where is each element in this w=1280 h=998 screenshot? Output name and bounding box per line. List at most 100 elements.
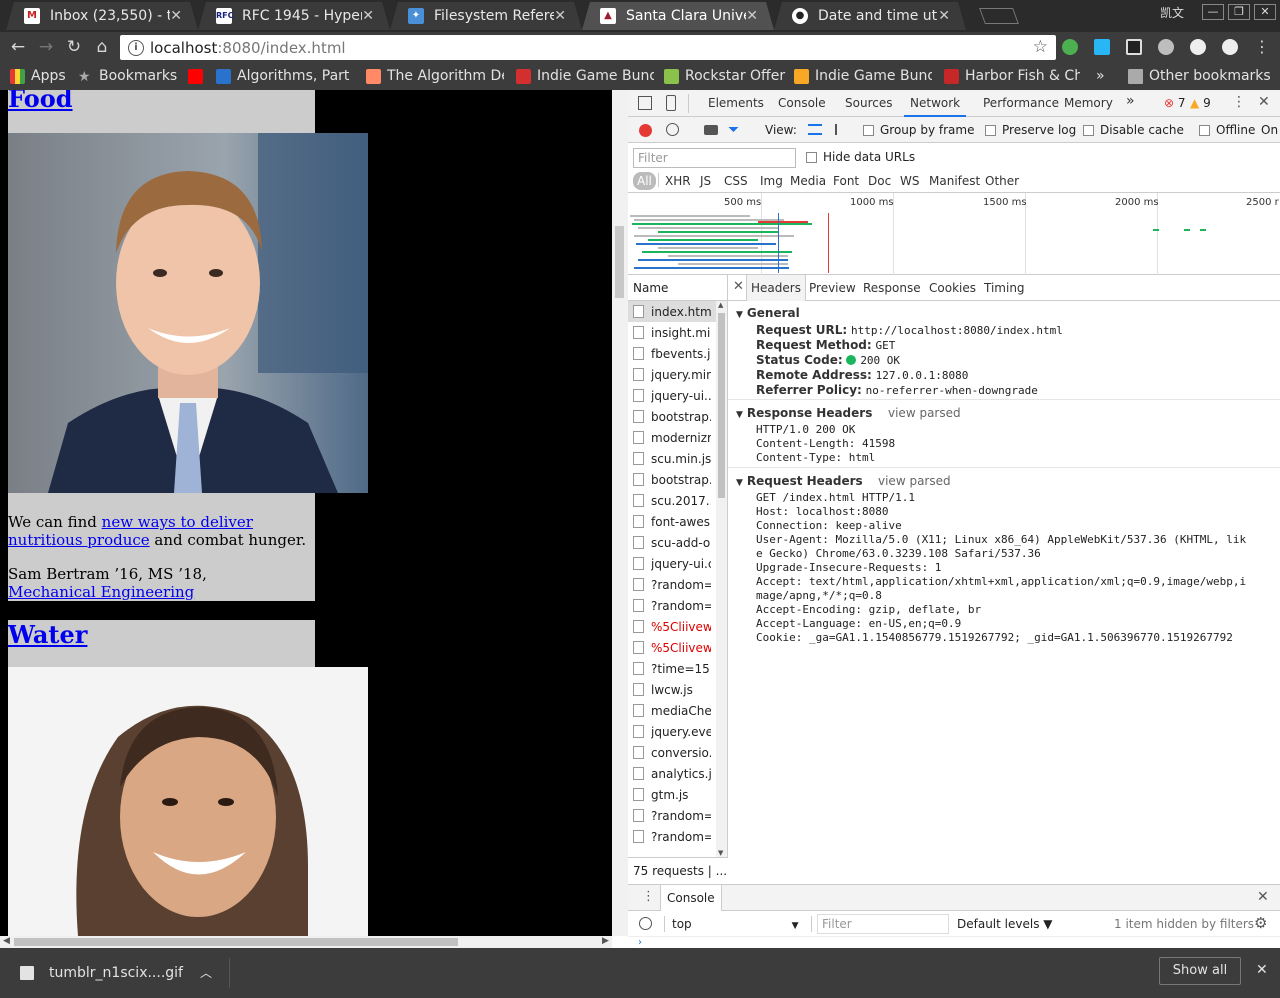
console-filter-input[interactable]: Filter [817,914,949,934]
view-parsed-request-link[interactable]: view parsed [878,474,951,488]
hide-data-urls-checkbox[interactable]: Hide data URLs [806,150,915,164]
mechanical-engineering-link[interactable]: Mechanical Engineering [8,583,194,601]
type-font[interactable]: Font [833,174,859,188]
request-row[interactable]: gtm.js [628,784,727,805]
tab-network[interactable]: Network [903,96,967,117]
bookmark-indie-game-2[interactable]: Indie Game Bund [794,67,932,85]
bookmark-youtube[interactable] [188,67,212,85]
input-method-indicator[interactable]: 凯文 [1160,4,1184,21]
extension-icon[interactable] [1158,39,1174,55]
request-row[interactable]: ?random=... [628,826,727,847]
clear-icon[interactable] [666,123,679,136]
context-select[interactable]: top ▼ [672,917,799,931]
type-all[interactable]: All [633,172,656,190]
close-devtools-icon[interactable]: ✕ [1258,94,1270,110]
url-text[interactable]: localhost:8080/index.html [150,39,346,57]
request-row[interactable]: jquery.min. [628,364,727,385]
restore-button[interactable]: ❐ [1228,4,1250,20]
tab-preview[interactable]: Preview [809,281,856,295]
type-css[interactable]: CSS [724,174,748,188]
tab-performance[interactable]: Performance [983,96,1059,110]
request-row[interactable]: modernizr... [628,427,727,448]
type-xhr[interactable]: XHR [665,174,691,188]
tab-gmail[interactable]: M Inbox (23,550) - trac ✕ [6,2,198,30]
request-row[interactable]: conversio... [628,742,727,763]
bookmark-star-icon[interactable]: ☆ [1033,37,1048,57]
other-bookmarks[interactable]: Other bookmarks [1128,67,1278,85]
request-row[interactable]: jquery-ui... [628,385,727,406]
back-button[interactable]: ← [8,37,28,57]
bookmark-apps[interactable]: Apps [10,67,70,85]
food-link[interactable]: Food [8,90,73,113]
bookmark-bookmarks[interactable]: ★ Bookmarks [78,67,178,85]
type-ws[interactable]: WS [900,174,919,188]
bookmark-indie-game-1[interactable]: Indie Game Bund [516,67,654,85]
tab-timing[interactable]: Timing [984,281,1025,295]
request-row[interactable]: jquery-ui.cs [628,553,727,574]
throttling-select[interactable]: On [1261,123,1278,137]
info-icon[interactable]: i [128,39,144,56]
new-tab-button[interactable] [979,8,1019,24]
minimize-button[interactable]: — [1202,4,1224,20]
type-doc[interactable]: Doc [868,174,891,188]
waterfall-icon[interactable] [835,124,849,135]
close-drawer-icon[interactable]: ✕ [1257,889,1269,905]
preserve-log-checkbox[interactable]: Preserve log [985,123,1076,137]
tab-memory[interactable]: Memory [1064,96,1113,110]
scrollbar-thumb[interactable] [718,313,725,498]
request-row[interactable]: lwcw.js [628,679,727,700]
extension-icon[interactable] [1094,39,1110,55]
group-by-frame-checkbox[interactable]: Group by frame [863,123,974,137]
water-link[interactable]: Water [8,620,87,649]
console-settings-gear-icon[interactable]: ⚙ [1254,914,1267,932]
network-filter-input[interactable]: Filter [633,148,796,168]
request-row[interactable]: ?random=... [628,805,727,826]
log-levels-select[interactable]: Default levels ▼ [957,917,1053,931]
request-row[interactable]: insight.min [628,322,727,343]
warning-count[interactable]: ▲ 9 [1190,96,1211,110]
extension-icon[interactable] [1062,39,1078,55]
network-overview-timeline[interactable]: 500 ms 1000 ms 1500 ms 2000 ms 2500 r [628,193,1280,275]
page-horizontal-scrollbar[interactable]: ◀ ▶ [0,936,612,948]
drawer-menu-icon[interactable]: ⋮ [642,889,655,904]
request-row[interactable]: fbevents.js [628,343,727,364]
download-item-name[interactable]: tumblr_n1scix....gif [49,965,183,981]
clear-console-icon[interactable] [639,917,652,930]
close-detail-icon[interactable]: ✕ [733,279,744,294]
close-icon[interactable]: ✕ [938,8,950,24]
type-manifest[interactable]: Manifest [929,174,980,188]
type-img[interactable]: Img [760,174,783,188]
tab-response[interactable]: Response [863,281,921,295]
error-count[interactable]: ⊗ 7 [1164,96,1186,110]
request-list-scrollbar[interactable]: ▲ ▼ [716,301,727,857]
bookmark-algorithm-design[interactable]: The Algorithm De [366,67,504,85]
type-media[interactable]: Media [790,174,826,188]
general-section-toggle[interactable]: ▼ General [736,306,800,320]
scrollbar-thumb[interactable] [615,226,624,298]
request-row[interactable]: scu.2017... [628,490,727,511]
close-window-button[interactable]: ✕ [1254,4,1276,20]
tab-elements[interactable]: Elements [708,96,764,110]
menu-icon[interactable]: ⋮ [1252,37,1272,57]
scrollbar-thumb[interactable] [14,938,458,946]
inspect-element-icon[interactable] [638,96,652,110]
extension-icon[interactable] [1190,39,1206,55]
request-row[interactable]: scu-add-o... [628,532,727,553]
close-icon[interactable]: ✕ [362,8,374,24]
offline-checkbox[interactable]: Offline [1199,123,1255,137]
request-row[interactable]: bootstrap... [628,469,727,490]
name-column-header[interactable]: Name [628,275,727,301]
bookmark-rockstar[interactable]: Rockstar Offer [664,67,786,85]
tab-headers[interactable]: Headers [746,275,806,301]
extension-icon[interactable] [1126,39,1142,55]
forward-button[interactable]: → [36,37,56,57]
bookmark-algorithms[interactable]: Algorithms, Part I [216,67,354,85]
tab-rfc[interactable]: RFC RFC 1945 - Hypertext ✕ [198,2,390,30]
address-bar[interactable]: i localhost:8080/index.html ☆ [120,35,1056,60]
request-headers-toggle[interactable]: ▼ Request Headers [736,474,863,488]
tab-filesystem[interactable]: ✦ Filesystem Reference ✕ [390,2,582,30]
devtools-menu-icon[interactable]: ⋮ [1232,94,1246,110]
request-row[interactable]: ?time=151 [628,658,727,679]
request-row[interactable]: jquery.eve... [628,721,727,742]
close-icon[interactable]: ✕ [554,8,566,24]
